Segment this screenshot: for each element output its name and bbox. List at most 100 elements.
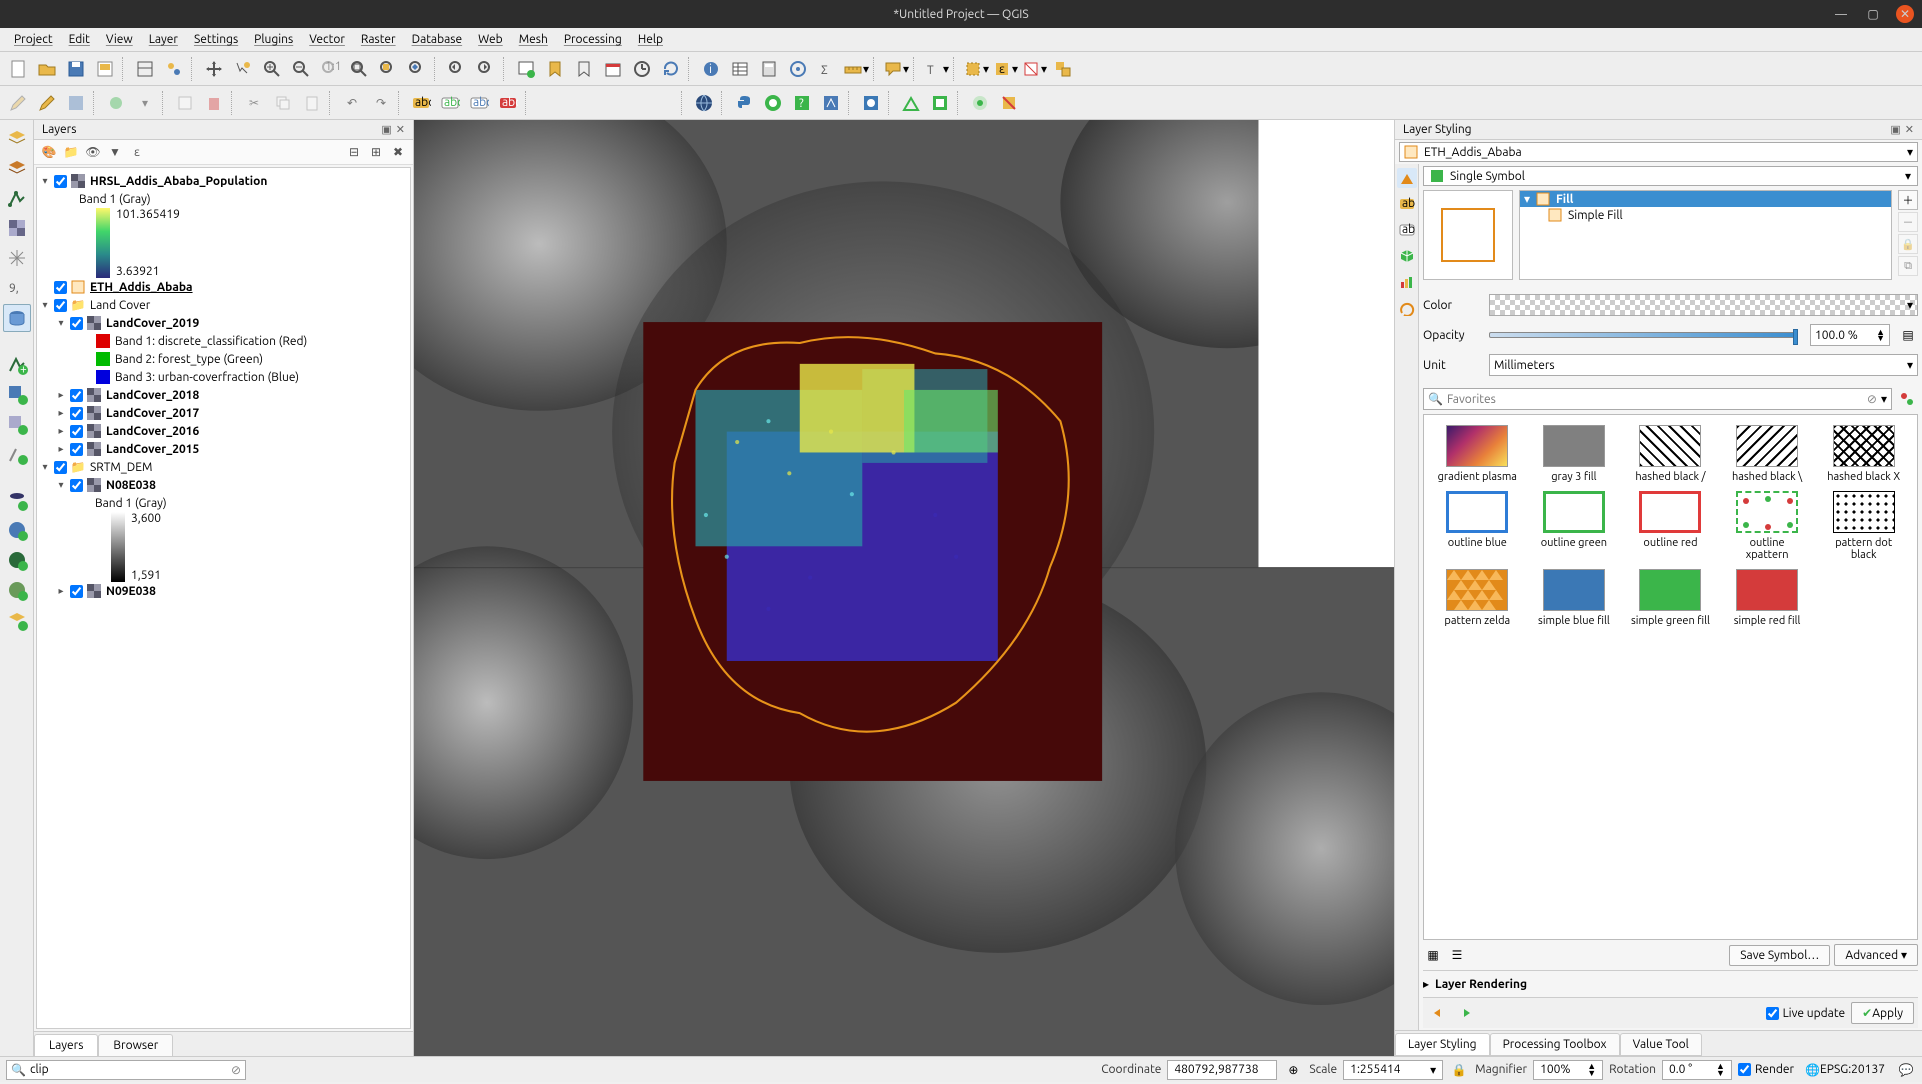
menu-mesh[interactable]: Mesh	[511, 30, 556, 49]
unit-select[interactable]: Millimeters▾	[1489, 354, 1918, 376]
pan-selection-button[interactable]	[229, 55, 257, 83]
save-project-button[interactable]	[62, 55, 90, 83]
render-checkbox[interactable]: Render	[1738, 1063, 1794, 1076]
field-calculator-button[interactable]	[755, 55, 783, 83]
renderer-select[interactable]: Single Symbol ▾	[1423, 166, 1918, 186]
symbology-tab[interactable]	[1397, 168, 1417, 188]
label-1-button[interactable]: abc	[407, 89, 435, 117]
layers-styling-button[interactable]: 🎨	[40, 143, 58, 161]
styling-layer-select[interactable]: ETH_Addis_Ababa ▾	[1399, 142, 1918, 162]
add-feature-button[interactable]	[102, 89, 130, 117]
remove-symbol-layer-button[interactable]: －	[1898, 212, 1918, 232]
layers-filter-button[interactable]: ▼	[106, 143, 124, 161]
pin-label-button[interactable]	[534, 89, 562, 117]
menu-view[interactable]: View	[98, 30, 141, 49]
swatch-gradient-plasma[interactable]: gradient plasma	[1430, 425, 1525, 483]
layer-eth[interactable]: ETH_Addis_Ababa	[90, 281, 193, 294]
zoom-selection-button[interactable]	[374, 55, 402, 83]
reload-button[interactable]	[657, 55, 685, 83]
opacity-spinbox[interactable]: 100.0 %▲▼	[1810, 324, 1890, 346]
group-srtm-checkbox[interactable]	[54, 461, 67, 474]
symbol-search[interactable]: 🔍 ⊘ ▾	[1423, 388, 1892, 410]
zoom-native-button[interactable]: 1:1	[316, 55, 344, 83]
symbol-tags-button[interactable]	[1896, 388, 1918, 410]
add-postgis-button[interactable]	[3, 486, 31, 514]
swatch-outline-blue[interactable]: outline blue	[1430, 491, 1525, 561]
new-geopackage-button[interactable]	[3, 154, 31, 182]
window-maximize-button[interactable]: ▢	[1864, 5, 1882, 23]
layer-eth-checkbox[interactable]	[54, 281, 67, 294]
menu-vector[interactable]: Vector	[301, 30, 353, 49]
styling-close-button[interactable]: ✕	[1905, 124, 1914, 136]
opacity-slider[interactable]	[1489, 332, 1798, 338]
label-no-button[interactable]: abc	[494, 89, 522, 117]
identify-button[interactable]: i	[697, 55, 725, 83]
zoom-next-button[interactable]	[472, 55, 500, 83]
menu-layer[interactable]: Layer	[141, 30, 186, 49]
styling-undock-button[interactable]: ▣	[1890, 124, 1900, 136]
apply-button[interactable]: ✔Apply	[1851, 1002, 1914, 1024]
swatch-simple-green-fill[interactable]: simple green fill	[1623, 569, 1718, 627]
new-mem-layer-button[interactable]	[3, 410, 31, 438]
layer-lc2017[interactable]: LandCover_2017	[106, 407, 199, 420]
metasearch-button[interactable]	[690, 89, 718, 117]
layer-lc2016-checkbox[interactable]	[70, 425, 83, 438]
fill-node[interactable]: Fill	[1556, 193, 1573, 206]
simple-fill-node[interactable]: Simple Fill	[1568, 209, 1623, 222]
menu-web[interactable]: Web	[470, 30, 511, 49]
save-edits-button[interactable]	[62, 89, 90, 117]
cut-button[interactable]: ✂	[240, 89, 268, 117]
menu-plugins[interactable]: Plugins	[246, 30, 301, 49]
label-2-button[interactable]: abc	[436, 89, 464, 117]
attribute-table-button[interactable]	[726, 55, 754, 83]
swatch-outline-xpattern[interactable]: outline xpattern	[1720, 491, 1815, 561]
vertex-tool-button[interactable]: ▾	[131, 89, 159, 117]
open-data-source-button[interactable]	[3, 124, 31, 152]
layer-n08-checkbox[interactable]	[70, 479, 83, 492]
swatch-gray-3-fill[interactable]: gray 3 fill	[1527, 425, 1622, 483]
duplicate-symbol-layer-button[interactable]: ⧉	[1898, 256, 1918, 276]
layer-rendering-label[interactable]: Layer Rendering	[1435, 978, 1527, 991]
rotate-label-button[interactable]	[621, 89, 649, 117]
swatch-simple-red-fill[interactable]: simple red fill	[1720, 569, 1815, 627]
new-project-button[interactable]	[4, 55, 32, 83]
plugin-7-button[interactable]	[966, 89, 994, 117]
undo-style-button[interactable]	[1427, 1002, 1449, 1024]
plugin-8-button[interactable]	[995, 89, 1023, 117]
magnifier-field[interactable]: 100%▲▼	[1533, 1060, 1603, 1080]
panel-undock-button[interactable]: ▣	[381, 124, 391, 136]
layer-hrsl-checkbox[interactable]	[54, 175, 67, 188]
layer-lc2019-checkbox[interactable]	[70, 317, 83, 330]
statistics-button[interactable]: Σ	[813, 55, 841, 83]
icon-view-button[interactable]: ▦	[1423, 945, 1443, 965]
add-xyz-button[interactable]	[3, 606, 31, 634]
live-update-checkbox[interactable]: Live update	[1766, 1007, 1846, 1020]
layer-lc2015[interactable]: LandCover_2015	[106, 443, 199, 456]
new-virtual-layer-button[interactable]	[3, 440, 31, 468]
redo-style-button[interactable]	[1455, 1002, 1477, 1024]
clear-search-button[interactable]: ⊘	[1867, 392, 1877, 406]
delete-selected-button[interactable]	[200, 89, 228, 117]
menu-help[interactable]: Help	[630, 30, 671, 49]
menu-project[interactable]: Project	[6, 30, 61, 49]
layer-lc2016[interactable]: LandCover_2016	[106, 425, 199, 438]
window-minimize-button[interactable]: —	[1832, 5, 1850, 23]
new-bookmark-button[interactable]	[541, 55, 569, 83]
new-shapefile-button[interactable]: +	[3, 350, 31, 378]
plugin-1-button[interactable]	[759, 89, 787, 117]
plugin-2-button[interactable]: ?	[788, 89, 816, 117]
layer-lc2019[interactable]: LandCover_2019	[106, 317, 199, 330]
clear-locator-button[interactable]: ⊘	[231, 1063, 241, 1077]
menu-settings[interactable]: Settings	[186, 30, 246, 49]
layer-hrsl[interactable]: HRSL_Addis_Ababa_Population	[90, 175, 267, 188]
swatch-outline-green[interactable]: outline green	[1527, 491, 1622, 561]
locator-field[interactable]	[30, 1063, 227, 1076]
layers-remove-button[interactable]: ✖	[389, 143, 407, 161]
save-symbol-button[interactable]: Save Symbol…	[1729, 945, 1830, 966]
coordinate-field[interactable]: 480792,987738	[1167, 1060, 1277, 1080]
plugin-4-button[interactable]	[857, 89, 885, 117]
panel-close-button[interactable]: ✕	[396, 124, 405, 136]
add-symbol-layer-button[interactable]: ＋	[1898, 190, 1918, 210]
layout-manager-button[interactable]	[131, 55, 159, 83]
browser-tab[interactable]: Browser	[98, 1034, 173, 1056]
